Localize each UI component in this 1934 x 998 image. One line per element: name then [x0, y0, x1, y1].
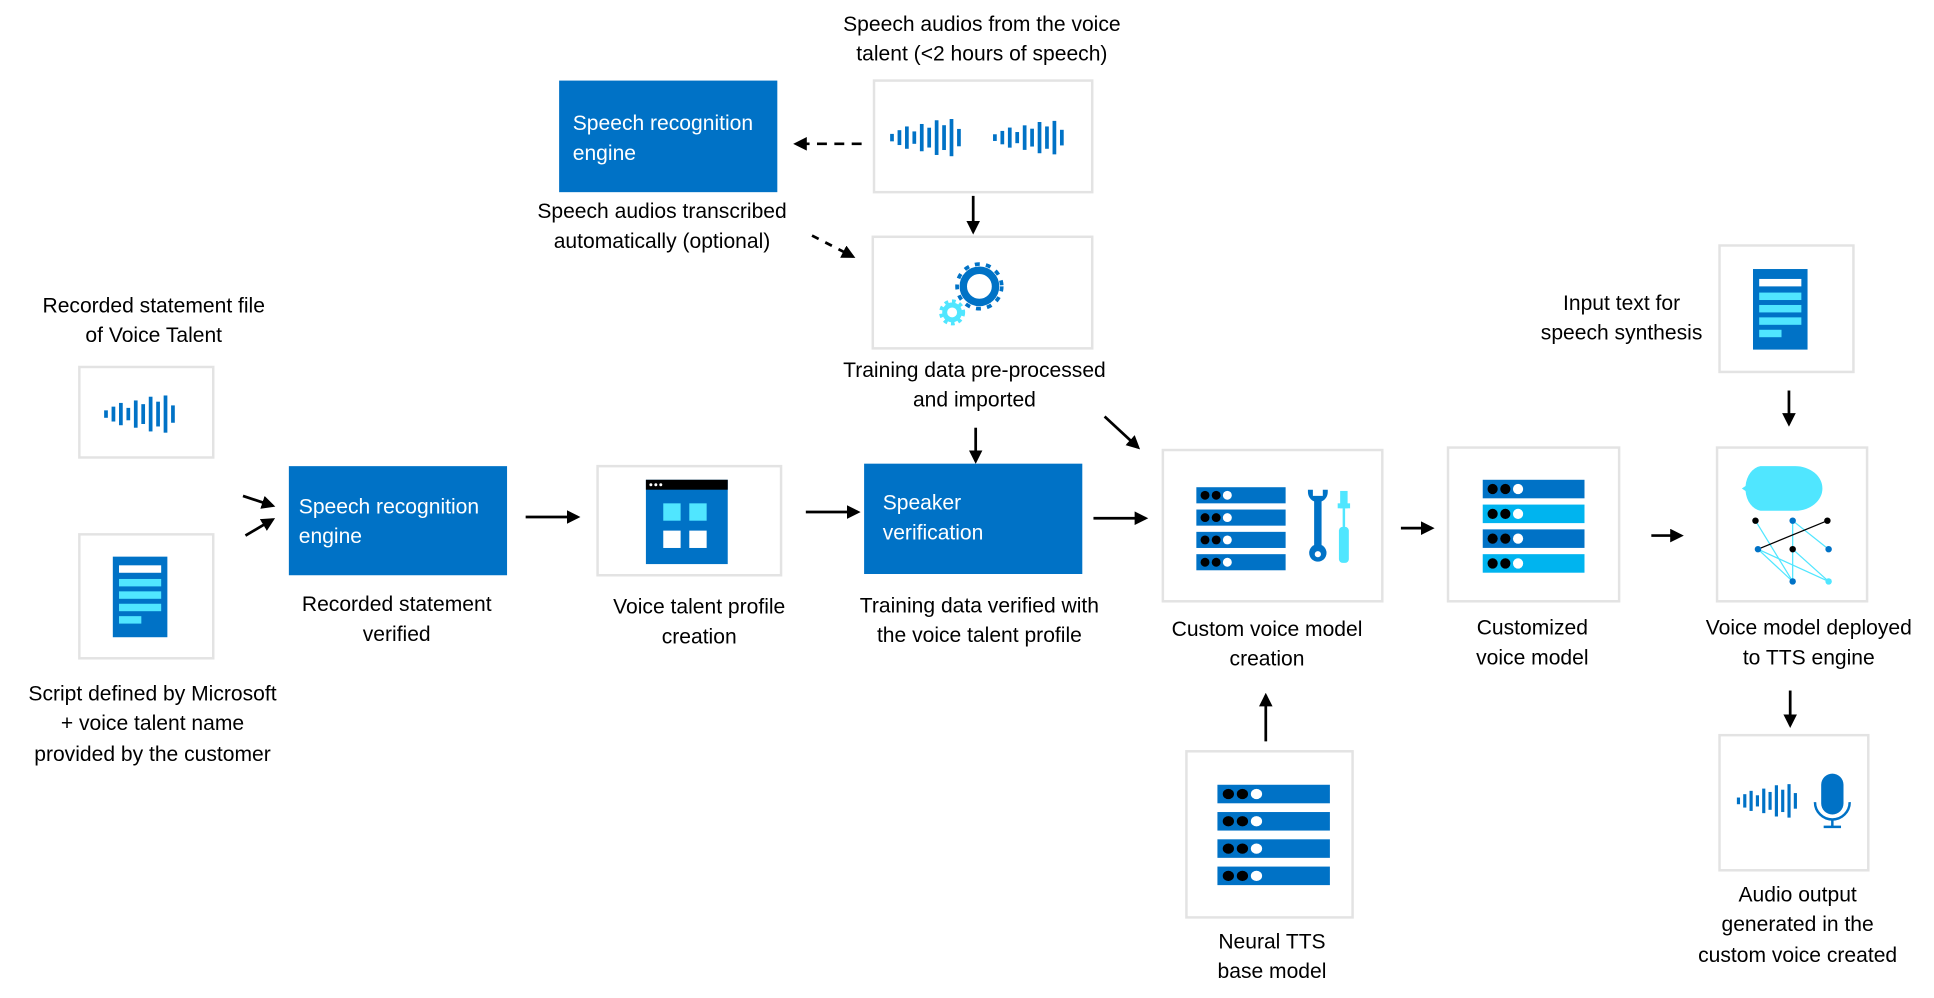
preprocess-box: [871, 235, 1094, 350]
recorded-verified-label: Recorded statement verified: [302, 593, 492, 646]
document-icon: [1752, 269, 1808, 350]
arrow: [244, 518, 276, 537]
window-icon: [645, 479, 728, 565]
speech-recognition-engine-top: [559, 80, 778, 193]
script-label: Script defined by Microsoft + voice talen…: [28, 682, 276, 766]
customized-model-box: [1446, 446, 1621, 603]
profile-creation-label: Voice talent profile creation: [613, 596, 785, 649]
transcribed-label: Speech audios transcribed automatically (…: [537, 200, 786, 253]
recorded-file-label: Recorded statement file of Voice Talent: [43, 294, 265, 347]
top-audio-label: Speech audios from the voice talent (<2 h…: [843, 13, 1120, 66]
speaker-verification-box: [864, 463, 1083, 575]
dashed-arrow-to-preprocess: [811, 234, 856, 258]
custom-model-creation-label: Custom voice model creation: [1172, 618, 1363, 671]
training-verified-label: Training data verified with the voice tal…: [860, 594, 1099, 647]
speech-recognition-engine-main: [288, 466, 508, 576]
arrow: [242, 494, 276, 509]
neural-tts-box: [1185, 750, 1354, 919]
document-icon: [112, 556, 168, 638]
custom-voice-flow-diagram: Speech audios from the voice talent (<2 h…: [28, 13, 1912, 983]
recorded-file-box: [78, 365, 215, 459]
audio-output-label: Audio output generated in the custom voice…: [1698, 883, 1897, 967]
neural-tts-label: Neural TTS base model: [1218, 930, 1327, 983]
deployed-label: Voice model deployed to TTS engine: [1706, 617, 1912, 670]
arrow-diagonal: [1103, 415, 1141, 450]
speech-bubble-icon: [1741, 466, 1823, 511]
preprocessed-label: Training data pre-processed and imported: [843, 359, 1106, 412]
input-text-label: Input text for speech synthesis: [1541, 292, 1703, 345]
customized-model-label: Customized voice model: [1476, 617, 1588, 670]
